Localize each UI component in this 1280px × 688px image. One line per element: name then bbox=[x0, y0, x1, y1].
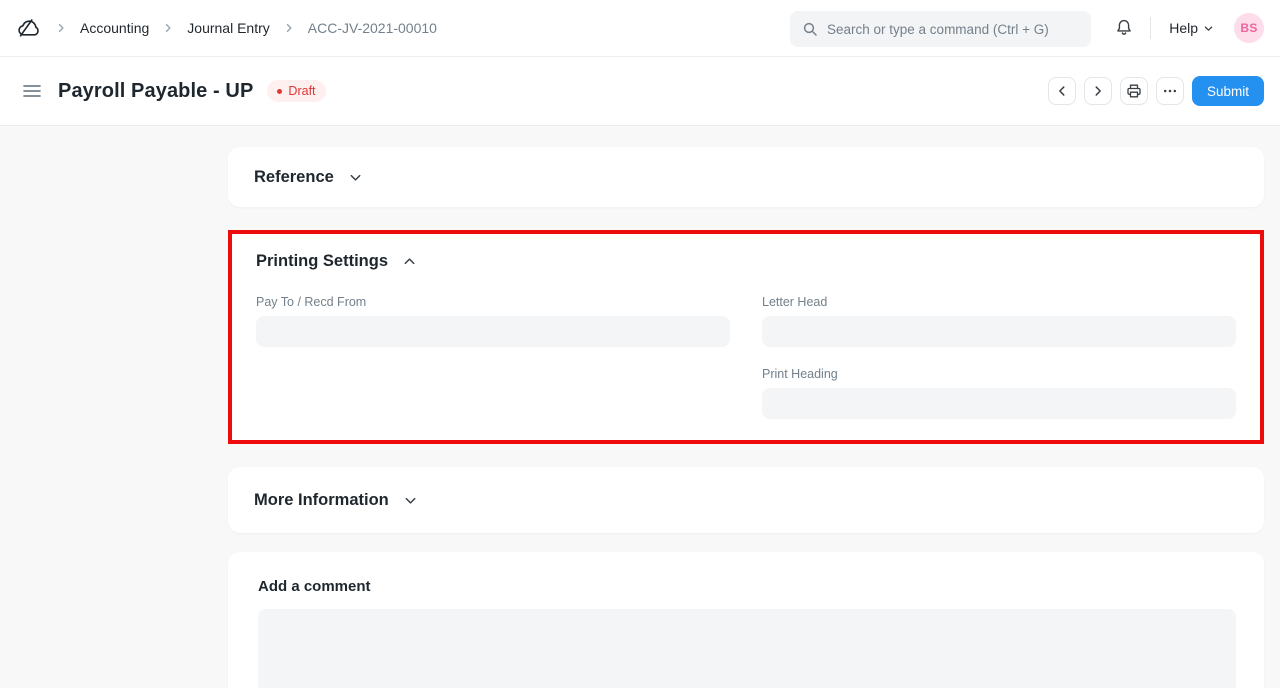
notifications-button[interactable] bbox=[1106, 10, 1142, 46]
bell-icon bbox=[1114, 18, 1134, 38]
page-head-actions: Submit bbox=[1048, 57, 1264, 125]
next-document-button[interactable] bbox=[1084, 77, 1112, 105]
printing-settings-column-left: Pay To / Recd From bbox=[256, 295, 730, 419]
printing-settings-section: Printing Settings Pay To / Recd From bbox=[232, 234, 1260, 440]
breadcrumb-item-document-id: ACC-JV-2021-00010 bbox=[308, 20, 437, 36]
letter-head-field: Letter Head bbox=[762, 295, 1236, 347]
user-avatar[interactable]: BS bbox=[1234, 13, 1264, 43]
help-menu[interactable]: Help bbox=[1161, 14, 1222, 42]
printing-settings-section-toggle[interactable]: Printing Settings bbox=[256, 252, 1236, 271]
status-badge: Draft bbox=[267, 80, 325, 102]
chevron-down-icon bbox=[403, 493, 418, 508]
print-heading-label: Print Heading bbox=[762, 367, 1236, 381]
more-information-section: More Information bbox=[228, 467, 1264, 533]
search-icon bbox=[802, 21, 818, 37]
printing-settings-column-right: Letter Head Print Heading bbox=[762, 295, 1236, 419]
ellipsis-icon bbox=[1162, 83, 1178, 99]
form-content: Reference Printing Settings Pay bbox=[0, 126, 1280, 688]
chevron-left-icon bbox=[1055, 84, 1069, 98]
printing-settings-fields: Pay To / Recd From Letter Head Print Hea… bbox=[256, 295, 1236, 419]
chevron-down-icon bbox=[348, 170, 363, 185]
navbar-actions: Help BS bbox=[1106, 0, 1264, 56]
letter-head-input[interactable] bbox=[762, 316, 1236, 347]
status-label: Draft bbox=[288, 84, 315, 98]
letter-head-label: Letter Head bbox=[762, 295, 1236, 309]
more-actions-button[interactable] bbox=[1156, 77, 1184, 105]
comment-section-title: Add a comment bbox=[258, 578, 1234, 595]
help-label: Help bbox=[1169, 20, 1198, 36]
sidebar-toggle-button[interactable] bbox=[18, 77, 46, 105]
search-placeholder: Search or type a command (Ctrl + G) bbox=[827, 22, 1049, 37]
print-button[interactable] bbox=[1120, 77, 1148, 105]
pay-to-label: Pay To / Recd From bbox=[256, 295, 730, 309]
print-heading-input[interactable] bbox=[762, 388, 1236, 419]
chevron-right-icon bbox=[162, 22, 174, 34]
status-dot-icon bbox=[277, 89, 282, 94]
chevron-up-icon bbox=[402, 254, 417, 269]
submit-button[interactable]: Submit bbox=[1192, 76, 1264, 106]
app-logo-icon[interactable] bbox=[16, 15, 42, 41]
pay-to-input[interactable] bbox=[256, 316, 730, 347]
breadcrumb-item-accounting[interactable]: Accounting bbox=[80, 20, 149, 36]
printer-icon bbox=[1126, 83, 1142, 99]
printing-settings-section-title: Printing Settings bbox=[256, 252, 388, 271]
chevron-right-icon bbox=[55, 22, 67, 34]
more-information-section-toggle[interactable]: More Information bbox=[254, 491, 418, 510]
reference-section-title: Reference bbox=[254, 168, 334, 187]
chevron-right-icon bbox=[1091, 84, 1105, 98]
reference-section: Reference bbox=[228, 147, 1264, 207]
page-head: Payroll Payable - UP Draft bbox=[0, 57, 1280, 126]
comment-section: Add a comment bbox=[228, 552, 1264, 688]
chevron-right-icon bbox=[283, 22, 295, 34]
previous-document-button[interactable] bbox=[1048, 77, 1076, 105]
divider bbox=[1150, 17, 1151, 39]
breadcrumb-item-journal-entry[interactable]: Journal Entry bbox=[187, 20, 269, 36]
more-information-section-title: More Information bbox=[254, 491, 389, 510]
reference-section-toggle[interactable]: Reference bbox=[254, 168, 363, 187]
page-title: Payroll Payable - UP bbox=[58, 80, 253, 103]
breadcrumb: Accounting Journal Entry ACC-JV-2021-000… bbox=[16, 0, 437, 56]
hamburger-menu-icon bbox=[23, 84, 41, 98]
comment-input[interactable] bbox=[258, 609, 1236, 688]
highlight-annotation: Printing Settings Pay To / Recd From bbox=[228, 230, 1264, 444]
pay-to-field: Pay To / Recd From bbox=[256, 295, 730, 347]
chevron-down-icon bbox=[1203, 23, 1214, 34]
global-search-input[interactable]: Search or type a command (Ctrl + G) bbox=[790, 11, 1091, 47]
navbar: Accounting Journal Entry ACC-JV-2021-000… bbox=[0, 0, 1280, 57]
page-head-left: Payroll Payable - UP Draft bbox=[18, 57, 326, 125]
print-heading-field: Print Heading bbox=[762, 367, 1236, 419]
